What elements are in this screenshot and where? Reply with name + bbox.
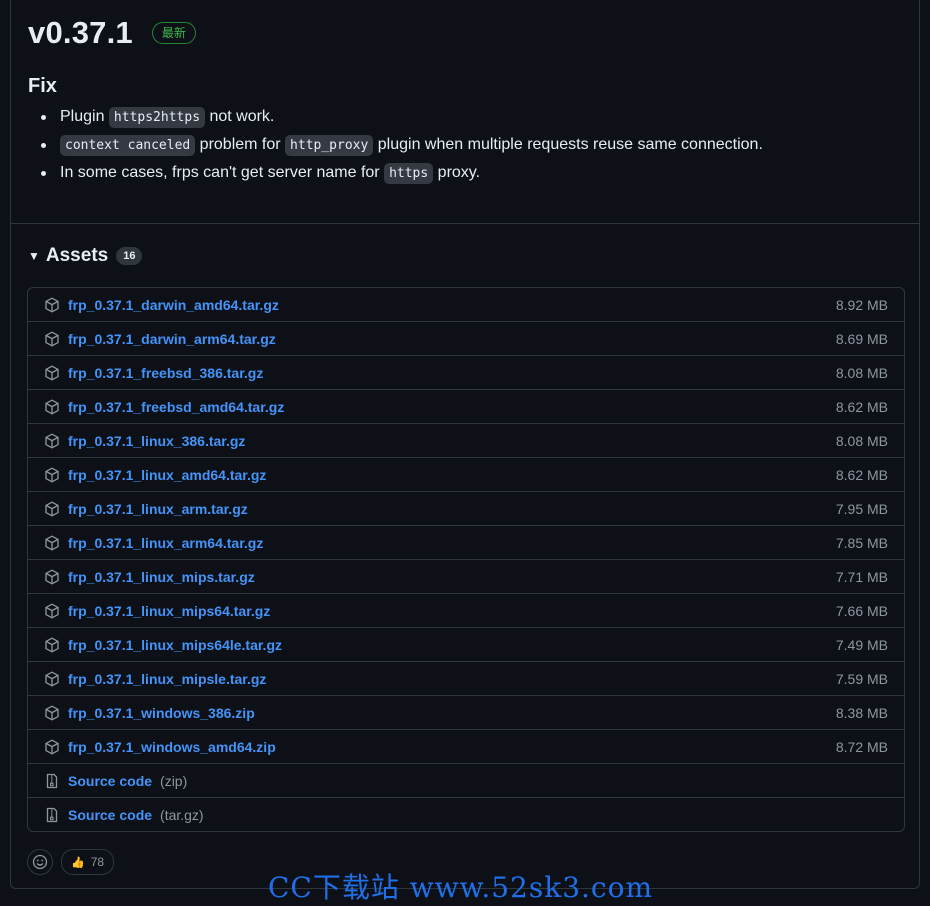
asset-size: 7.66 MB — [835, 602, 888, 619]
asset-row: frp_0.37.1_freebsd_amd64.tar.gz 8.62 MB — [28, 389, 904, 423]
asset-size: 7.95 MB — [835, 500, 888, 517]
release-version[interactable]: v0.37.1 — [28, 15, 133, 51]
asset-row: frp_0.37.1_darwin_amd64.tar.gz 8.92 MB — [28, 288, 904, 321]
asset-size: 8.92 MB — [835, 296, 888, 313]
note-text: problem for — [195, 136, 286, 153]
asset-size: 7.59 MB — [835, 670, 888, 687]
asset-download-link[interactable]: frp_0.37.1_freebsd_amd64.tar.gz — [68, 399, 284, 415]
source-format: (tar.gz) — [160, 806, 204, 823]
assets-toggle[interactable]: ▼ Assets 16 — [28, 245, 143, 267]
asset-size: 7.49 MB — [835, 636, 888, 653]
release-header: v0.37.1 最新 — [28, 15, 196, 51]
note-item: context canceled problem for http_proxy … — [28, 131, 763, 159]
asset-row: frp_0.37.1_linux_mips64.tar.gz 7.66 MB — [28, 593, 904, 627]
watermark: CC下载站 www.52sk3.com — [268, 871, 653, 904]
asset-row: frp_0.37.1_linux_mips64le.tar.gz 7.49 MB — [28, 627, 904, 661]
package-icon — [44, 433, 60, 449]
package-icon — [44, 535, 60, 551]
notes-heading: Fix — [28, 75, 57, 97]
thumbs-up-reaction[interactable]: 👍 78 — [61, 849, 115, 875]
package-icon — [44, 671, 60, 687]
asset-download-link[interactable]: frp_0.37.1_linux_amd64.tar.gz — [68, 467, 266, 483]
note-item: Plugin https2https not work. — [28, 103, 763, 131]
asset-row: frp_0.37.1_linux_amd64.tar.gz 8.62 MB — [28, 457, 904, 491]
note-text: plugin when multiple requests reuse same… — [373, 136, 763, 153]
asset-download-link[interactable]: frp_0.37.1_linux_arm.tar.gz — [68, 501, 248, 517]
asset-row: frp_0.37.1_darwin_arm64.tar.gz 8.69 MB — [28, 321, 904, 355]
assets-count-badge: 16 — [116, 247, 143, 265]
release-notes-list: Plugin https2https not work. context can… — [28, 103, 763, 187]
release-card: v0.37.1 最新 Fix Plugin https2https not wo… — [10, 0, 920, 889]
assets-title: Assets — [45, 245, 109, 266]
package-icon — [44, 739, 60, 755]
thumbs-up-icon: 👍 — [71, 856, 85, 869]
note-text: not work. — [205, 108, 275, 125]
asset-row: frp_0.37.1_linux_arm64.tar.gz 7.85 MB — [28, 525, 904, 559]
asset-size: 8.72 MB — [835, 738, 888, 755]
reactions-bar: 👍 78 — [27, 849, 115, 875]
package-icon — [44, 637, 60, 653]
source-format: (zip) — [160, 772, 188, 789]
package-icon — [44, 705, 60, 721]
reaction-count: 78 — [90, 855, 105, 869]
inline-code: https — [384, 163, 434, 184]
asset-size: 8.08 MB — [835, 364, 888, 381]
asset-size: 7.71 MB — [835, 568, 888, 585]
asset-download-link[interactable]: frp_0.37.1_linux_mips.tar.gz — [68, 569, 255, 585]
note-text: Plugin — [60, 108, 109, 125]
asset-download-link[interactable]: frp_0.37.1_linux_mipsle.tar.gz — [68, 671, 266, 687]
asset-size: 8.62 MB — [835, 466, 888, 483]
asset-row: frp_0.37.1_linux_386.tar.gz 8.08 MB — [28, 423, 904, 457]
asset-download-link[interactable]: frp_0.37.1_windows_386.zip — [68, 705, 255, 721]
asset-row: frp_0.37.1_freebsd_386.tar.gz 8.08 MB — [28, 355, 904, 389]
asset-download-link[interactable]: frp_0.37.1_windows_amd64.zip — [68, 739, 276, 755]
asset-row: frp_0.37.1_windows_386.zip 8.38 MB — [28, 695, 904, 729]
latest-badge: 最新 — [151, 22, 196, 44]
inline-code: http_proxy — [285, 135, 374, 156]
package-icon — [44, 297, 60, 313]
package-icon — [44, 467, 60, 483]
asset-size: 8.08 MB — [835, 432, 888, 449]
asset-size: 8.38 MB — [835, 704, 888, 721]
asset-download-link[interactable]: frp_0.37.1_linux_arm64.tar.gz — [68, 535, 263, 551]
inline-code: https2https — [108, 107, 206, 128]
add-reaction-button[interactable] — [27, 849, 53, 875]
file-zip-icon — [44, 773, 60, 789]
asset-size: 8.62 MB — [835, 398, 888, 415]
asset-size: 8.69 MB — [835, 330, 888, 347]
source-code-link[interactable]: Source code — [68, 807, 152, 823]
section-divider — [11, 223, 919, 224]
note-text: In some cases, frps can't get server nam… — [60, 164, 385, 181]
asset-download-link[interactable]: frp_0.37.1_linux_386.tar.gz — [68, 433, 245, 449]
asset-row: frp_0.37.1_windows_amd64.zip 8.72 MB — [28, 729, 904, 763]
note-text: proxy. — [433, 164, 481, 181]
asset-size: 7.85 MB — [835, 534, 888, 551]
asset-download-link[interactable]: frp_0.37.1_darwin_arm64.tar.gz — [68, 331, 276, 347]
source-code-link[interactable]: Source code — [68, 773, 152, 789]
package-icon — [44, 603, 60, 619]
package-icon — [44, 331, 60, 347]
smiley-icon — [32, 854, 48, 870]
source-code-row: Source code (zip) — [28, 763, 904, 797]
source-code-row: Source code (tar.gz) — [28, 797, 904, 831]
note-item: In some cases, frps can't get server nam… — [28, 159, 763, 187]
package-icon — [44, 365, 60, 381]
caret-down-icon: ▼ — [28, 249, 40, 263]
asset-download-link[interactable]: frp_0.37.1_darwin_amd64.tar.gz — [68, 297, 279, 313]
inline-code: context canceled — [60, 135, 196, 156]
assets-list: frp_0.37.1_darwin_amd64.tar.gz 8.92 MB frp… — [27, 287, 905, 832]
asset-row: frp_0.37.1_linux_mipsle.tar.gz 7.59 MB — [28, 661, 904, 695]
package-icon — [44, 501, 60, 517]
package-icon — [44, 399, 60, 415]
asset-download-link[interactable]: frp_0.37.1_freebsd_386.tar.gz — [68, 365, 263, 381]
asset-download-link[interactable]: frp_0.37.1_linux_mips64le.tar.gz — [68, 637, 282, 653]
asset-row: frp_0.37.1_linux_mips.tar.gz 7.71 MB — [28, 559, 904, 593]
asset-download-link[interactable]: frp_0.37.1_linux_mips64.tar.gz — [68, 603, 270, 619]
asset-row: frp_0.37.1_linux_arm.tar.gz 7.95 MB — [28, 491, 904, 525]
package-icon — [44, 569, 60, 585]
file-zip-icon — [44, 807, 60, 823]
